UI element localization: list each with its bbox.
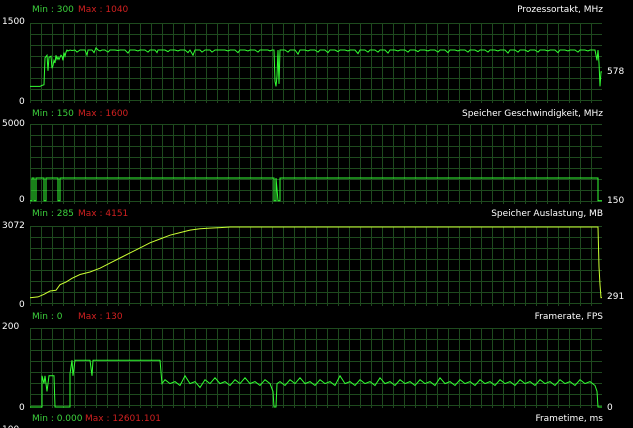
max-label: Max : 12601.101: [85, 414, 162, 424]
panel-title: Speicher Auslastung, MB: [491, 209, 603, 219]
y-axis-min: 0: [19, 97, 25, 107]
graph-plot: [30, 226, 602, 306]
y-axis-max: 200: [2, 322, 20, 332]
graph-plot: [30, 124, 602, 204]
max-label: Max : 4151: [78, 209, 129, 219]
panel-title: Framerate, FPS: [534, 312, 603, 322]
panel-title: Prozessortakt, MHz: [517, 5, 603, 15]
current-value: 150: [607, 196, 625, 206]
min-label: Min : 285: [32, 209, 74, 219]
current-value: 578: [607, 67, 625, 77]
panel-header: Min : 285 Max : 4151 Speicher Auslastung…: [0, 209, 633, 221]
panel-header: Min : 0.000 Max : 12601.101 Frametime, m…: [0, 414, 633, 426]
panel-frametime: Min : 0.000 Max : 12601.101 Frametime, m…: [0, 414, 633, 428]
current-value: 291: [607, 292, 625, 302]
current-value: 0: [607, 403, 613, 413]
min-label: Min : 300: [32, 5, 74, 15]
y-axis-min: 0: [19, 403, 25, 413]
panel-header: Min : 300 Max : 1040 Prozessortakt, MHz: [0, 5, 633, 17]
panel-framerate: Min : 0 Max : 130 Framerate, FPS 200 0 0: [0, 312, 633, 413]
min-label: Min : 0: [32, 312, 63, 322]
panel-title: Frametime, ms: [535, 414, 603, 424]
panel-speicher-auslastung: Min : 285 Max : 4151 Speicher Auslastung…: [0, 209, 633, 310]
min-label: Min : 0.000: [32, 414, 83, 424]
y-axis-max: 3072: [2, 221, 25, 231]
panel-header: Min : 150 Max : 1600 Speicher Geschwindi…: [0, 109, 633, 121]
max-label: Max : 130: [78, 312, 123, 322]
y-axis-min: 0: [19, 300, 25, 310]
panel-speicher-geschwindigkeit: Min : 150 Max : 1600 Speicher Geschwindi…: [0, 109, 633, 209]
y-axis-max: 1500: [2, 17, 25, 27]
graph-plot: [30, 328, 602, 408]
max-label: Max : 1600: [78, 109, 129, 119]
panel-title: Speicher Geschwindigkeit, MHz: [462, 109, 603, 119]
panel-prozessortakt: Min : 300 Max : 1040 Prozessortakt, MHz …: [0, 5, 633, 112]
graph-plot: [30, 23, 602, 103]
min-label: Min : 150: [32, 109, 74, 119]
y-axis-max: 5000: [2, 119, 25, 129]
max-label: Max : 1040: [78, 5, 129, 15]
y-axis-min: 0: [19, 195, 25, 205]
panel-header: Min : 0 Max : 130 Framerate, FPS: [0, 312, 633, 324]
